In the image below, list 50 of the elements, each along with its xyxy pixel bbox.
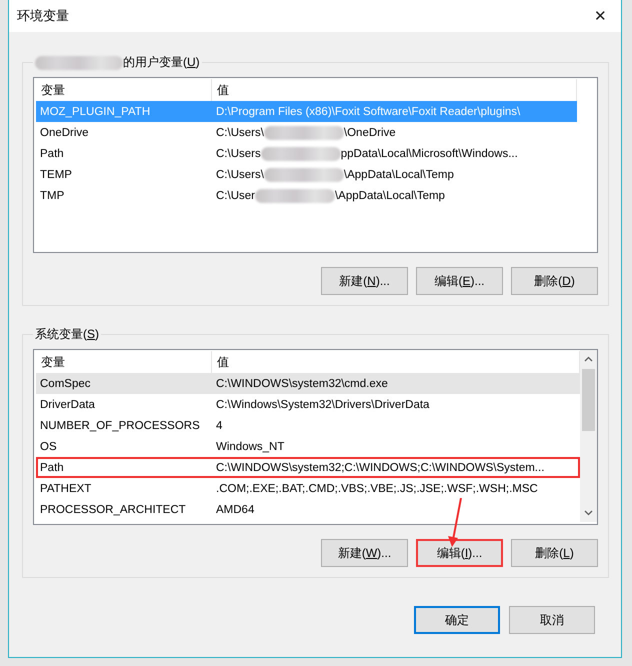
variable-row[interactable]: PROCESSOR_ARCHITECT AMD64 <box>36 499 580 520</box>
name-cell-text: OS <box>39 440 58 452</box>
name-cell-text: DriverData <box>39 398 96 410</box>
value-cell-text: C:\User \AppData\Local\Temp <box>215 188 446 202</box>
close-button[interactable]: ✕ <box>588 7 613 25</box>
value-cell-text: C:\Users\ \OneDrive <box>215 126 397 140</box>
list-button[interactable]: 新建(N)... <box>321 267 408 295</box>
value-cell-text: 4 <box>215 420 224 432</box>
name-cell-text: TMP <box>39 190 66 202</box>
variable-list[interactable] <box>33 349 598 525</box>
name-cell-text: PATHEXT <box>39 482 92 494</box>
variable-row[interactable]: Path C:\WINDOWS\system32;C:\WINDOWS;C:\WINDOWS\System... <box>36 457 580 478</box>
name-cell-text: NUMBER_OF_PROCESSORS <box>39 420 201 432</box>
list-button[interactable]: 删除(D) <box>511 267 598 295</box>
variable-row[interactable]: NUMBER_OF_PROCESSORS 4 <box>36 415 580 436</box>
value-cell-text: C:\WINDOWS\system32;C:\WINDOWS;C:\WINDOWS\System... <box>215 462 546 474</box>
variable-row[interactable]: Path C:\Users ppData\Local\Microsoft\Windows... <box>36 143 577 164</box>
dialog-button[interactable]: 取消 <box>509 606 595 634</box>
variable-row[interactable]: PATHEXT .COM;.EXE;.BAT;.CMD;.VBS;.VBE;.JS;.JSE;.WSF;.WSH;.MSC <box>36 478 580 499</box>
variable-row[interactable]: DriverData C:\Windows\System32\Drivers\DriverData <box>36 394 580 415</box>
name-cell-text: MOZ_PLUGIN_PATH <box>39 106 152 118</box>
value-cell-text: AMD64 <box>215 504 256 516</box>
group-title: 系统变量(S) <box>35 326 100 343</box>
list-button[interactable]: 编辑(I)... <box>416 539 503 567</box>
window-title: 环境变量 <box>17 7 69 25</box>
list-button[interactable]: 删除(L) <box>511 539 598 567</box>
list-button[interactable]: 编辑(E)... <box>416 267 503 295</box>
variable-row[interactable]: OneDrive C:\Users\ \OneDrive <box>36 122 577 143</box>
variable-row[interactable]: TEMP C:\Users\ \AppData\Local\Temp <box>36 164 577 185</box>
variable-row[interactable]: OS Windows_NT <box>36 436 580 457</box>
group-title: 的用户变量(U) <box>123 54 200 71</box>
value-cell-text: C:\Users ppData\Local\Microsoft\Windows... <box>215 146 519 160</box>
value-cell-text: C:\Windows\System32\Drivers\DriverData <box>215 398 430 410</box>
name-cell-text: ComSpec <box>39 378 92 390</box>
list-button[interactable]: 新建(W)... <box>321 539 408 567</box>
value-cell-text: C:\Users\ \AppData\Local\Temp <box>215 168 455 182</box>
variable-row[interactable]: TMP C:\User \AppData\Local\Temp <box>36 185 577 206</box>
name-cell-text: PROCESSOR_ARCHITECT <box>39 504 187 516</box>
annotation-arrow <box>445 498 465 548</box>
dialog-button[interactable]: 确定 <box>414 606 500 634</box>
value-cell-text: C:\WINDOWS\system32\cmd.exe <box>215 378 389 390</box>
value-cell-text: D:\Program Files (x86)\Foxit Software\Foxit Reader\plugins\ <box>215 106 522 118</box>
name-cell-text: OneDrive <box>39 126 90 138</box>
name-cell-text: Path <box>39 148 65 160</box>
name-cell-text: TEMP <box>39 168 73 180</box>
value-cell-text: .COM;.EXE;.BAT;.CMD;.VBS;.VBE;.JS;.JSE;.WSF;.WSH;.MSC <box>215 482 539 494</box>
variable-row[interactable]: ComSpec C:\WINDOWS\system32\cmd.exe <box>36 373 580 394</box>
scrollbar[interactable] <box>580 350 597 522</box>
name-cell-text: Path <box>39 462 65 474</box>
value-cell-text: Windows_NT <box>215 440 286 452</box>
